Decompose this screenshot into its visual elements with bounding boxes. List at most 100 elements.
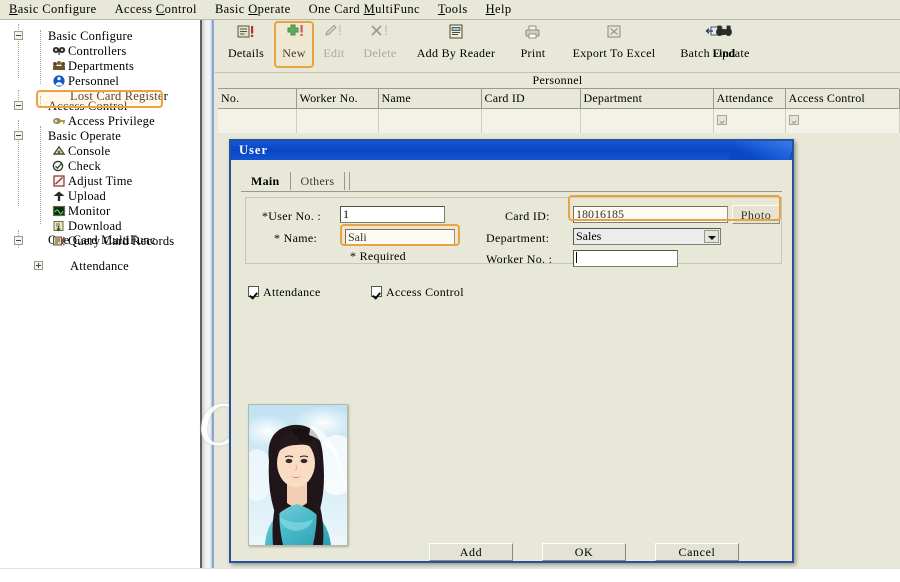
tree-node-label: Console xyxy=(68,144,110,159)
menu-item-basic-operate[interactable]: Basic Operate xyxy=(206,1,300,18)
tree-node-upload[interactable]: Upload xyxy=(52,188,106,204)
highlight-card-id-field xyxy=(568,195,781,221)
excel-icon xyxy=(560,23,668,47)
tree-node-label: Monitor xyxy=(68,204,110,219)
dialog-body: Main Others *User No. : 1 * Name: Sali *… xyxy=(231,160,792,561)
department-select[interactable]: Sales xyxy=(573,228,721,245)
tree-node-departments[interactable]: Departments xyxy=(52,58,134,74)
table-row[interactable] xyxy=(218,109,899,134)
tree-node-basic-operate[interactable]: Basic Operate xyxy=(48,128,121,144)
toolbar-button-edit[interactable]: Edit xyxy=(315,23,353,59)
tree-expander-one-card-multifunc[interactable] xyxy=(14,236,23,245)
tree-node-label: Attendance xyxy=(70,259,129,274)
grid-col-attendance[interactable]: Attendance xyxy=(713,89,785,109)
download-icon xyxy=(52,220,66,232)
grid-col-name[interactable]: Name xyxy=(378,89,481,109)
menu-item-tools[interactable]: Tools xyxy=(429,1,477,18)
menu-item-basic-configure[interactable]: Basic Configure xyxy=(0,1,106,18)
toolbar-label: Details xyxy=(219,47,273,59)
adjust-time-icon xyxy=(52,175,66,187)
tree-selection-highlight xyxy=(36,90,163,108)
grid-col-card-id[interactable]: Card ID xyxy=(481,89,580,109)
tree-node-check[interactable]: Check xyxy=(52,158,101,174)
tab-main[interactable]: Main xyxy=(241,172,291,190)
photo-image xyxy=(249,405,347,545)
tree-node-access-privilege[interactable]: Access Privilege xyxy=(52,113,155,129)
toolbar-label: Find xyxy=(704,47,744,59)
menu-item-access-control[interactable]: Access Control xyxy=(106,1,206,18)
access-control-checkbox-row[interactable]: Access Control xyxy=(371,285,464,300)
print-icon xyxy=(507,23,559,47)
grid-col-access-control[interactable]: Access Control xyxy=(785,89,899,109)
personnel-grid[interactable]: No. Worker No. Name Card ID Department A… xyxy=(218,88,899,135)
access-control-checkbox-label: Access Control xyxy=(386,285,464,299)
grid-title: Personnel xyxy=(215,73,900,88)
toolbar-button-export-to-excel[interactable]: Export To Excel xyxy=(560,23,668,59)
tree-node-attendance[interactable]: Attendance xyxy=(70,258,129,274)
menu-item-one-card-multifunc[interactable]: One Card MultiFunc xyxy=(300,1,429,18)
toolbar-label: Delete xyxy=(355,47,405,59)
tree-node-personnel[interactable]: Personnel xyxy=(52,73,119,89)
dialog-title-bar[interactable]: User xyxy=(231,141,792,160)
toolbar-button-add-by-reader[interactable]: Add By Reader xyxy=(408,23,504,59)
required-note: * Required xyxy=(350,249,406,264)
chevron-down-icon[interactable] xyxy=(704,230,719,243)
toolbar-label: Add By Reader xyxy=(408,47,504,59)
cell-department xyxy=(580,109,713,134)
upload-icon xyxy=(52,190,66,202)
menu-item-help[interactable]: Help xyxy=(477,1,521,18)
tree-node-monitor[interactable]: Monitor xyxy=(52,203,110,219)
grid-col-department[interactable]: Department xyxy=(580,89,713,109)
tree-node-download[interactable]: Download xyxy=(52,218,122,234)
access-control-checkbox[interactable] xyxy=(789,115,799,125)
toolbar-button-print[interactable]: Print xyxy=(507,23,559,59)
user-no-input[interactable]: 1 xyxy=(340,206,445,223)
attendance-checkbox[interactable] xyxy=(717,115,727,125)
grid-col-no[interactable]: No. xyxy=(218,89,296,109)
privilege-icon xyxy=(52,115,66,127)
toolbar-button-delete[interactable]: Delete xyxy=(355,23,405,59)
ok-button[interactable]: OK xyxy=(542,543,626,561)
attendance-checkbox[interactable] xyxy=(248,286,259,297)
tree-expander-attendance[interactable] xyxy=(34,261,43,270)
cell-worker-no xyxy=(296,109,378,134)
user-photo[interactable] xyxy=(248,404,348,546)
department-value: Sales xyxy=(576,229,601,243)
tree-node-basic-configure[interactable]: Basic Configure xyxy=(48,28,133,44)
worker-no-label: Worker No. : xyxy=(486,252,552,267)
tree-expander-basic-operate[interactable] xyxy=(14,131,23,140)
navigation-tree[interactable]: Basic Configure Access Control Basic Ope… xyxy=(0,20,198,581)
tree-node-label: Controllers xyxy=(68,44,126,59)
tree-expander-access-control[interactable] xyxy=(14,101,23,110)
grid-col-worker-no[interactable]: Worker No. xyxy=(296,89,378,109)
tree-node-label: Adjust Time xyxy=(68,174,132,189)
toolbar-button-details[interactable]: Details xyxy=(219,23,273,59)
controllers-icon xyxy=(52,45,66,57)
add-button[interactable]: Add xyxy=(429,543,513,561)
binoculars-icon xyxy=(704,23,744,47)
access-control-checkbox[interactable] xyxy=(371,286,382,297)
tree-node-adjust-time[interactable]: Adjust Time xyxy=(52,173,132,189)
tree-node-controllers[interactable]: Controllers xyxy=(52,43,126,59)
tree-node-query-card-records[interactable]: Query Card Records xyxy=(52,233,174,249)
card-id-label: Card ID: xyxy=(505,209,550,224)
dialog-title: User xyxy=(239,143,268,158)
tree-guide xyxy=(40,126,41,224)
user-no-label: *User No. : xyxy=(262,209,321,224)
cell-attendance[interactable] xyxy=(713,109,785,134)
attendance-checkbox-row[interactable]: Attendance xyxy=(248,285,321,300)
panel-splitter[interactable] xyxy=(198,20,215,581)
dialog-button-bar: Add OK Cancel xyxy=(231,543,792,561)
cancel-button[interactable]: Cancel xyxy=(655,543,739,561)
edit-pencil-icon xyxy=(315,23,353,47)
cell-access-control[interactable] xyxy=(785,109,899,134)
highlight-name-field xyxy=(340,224,460,246)
tab-others[interactable]: Others xyxy=(291,172,346,190)
toolbar-button-find[interactable]: Find xyxy=(704,23,744,59)
worker-no-input[interactable] xyxy=(573,250,678,267)
cell-name xyxy=(378,109,481,134)
dialog-tabs: Main Others xyxy=(241,172,782,192)
tree-expander-basic-configure[interactable] xyxy=(14,31,23,40)
tree-node-label: Departments xyxy=(68,59,134,74)
tree-node-console[interactable]: Console xyxy=(52,143,110,159)
